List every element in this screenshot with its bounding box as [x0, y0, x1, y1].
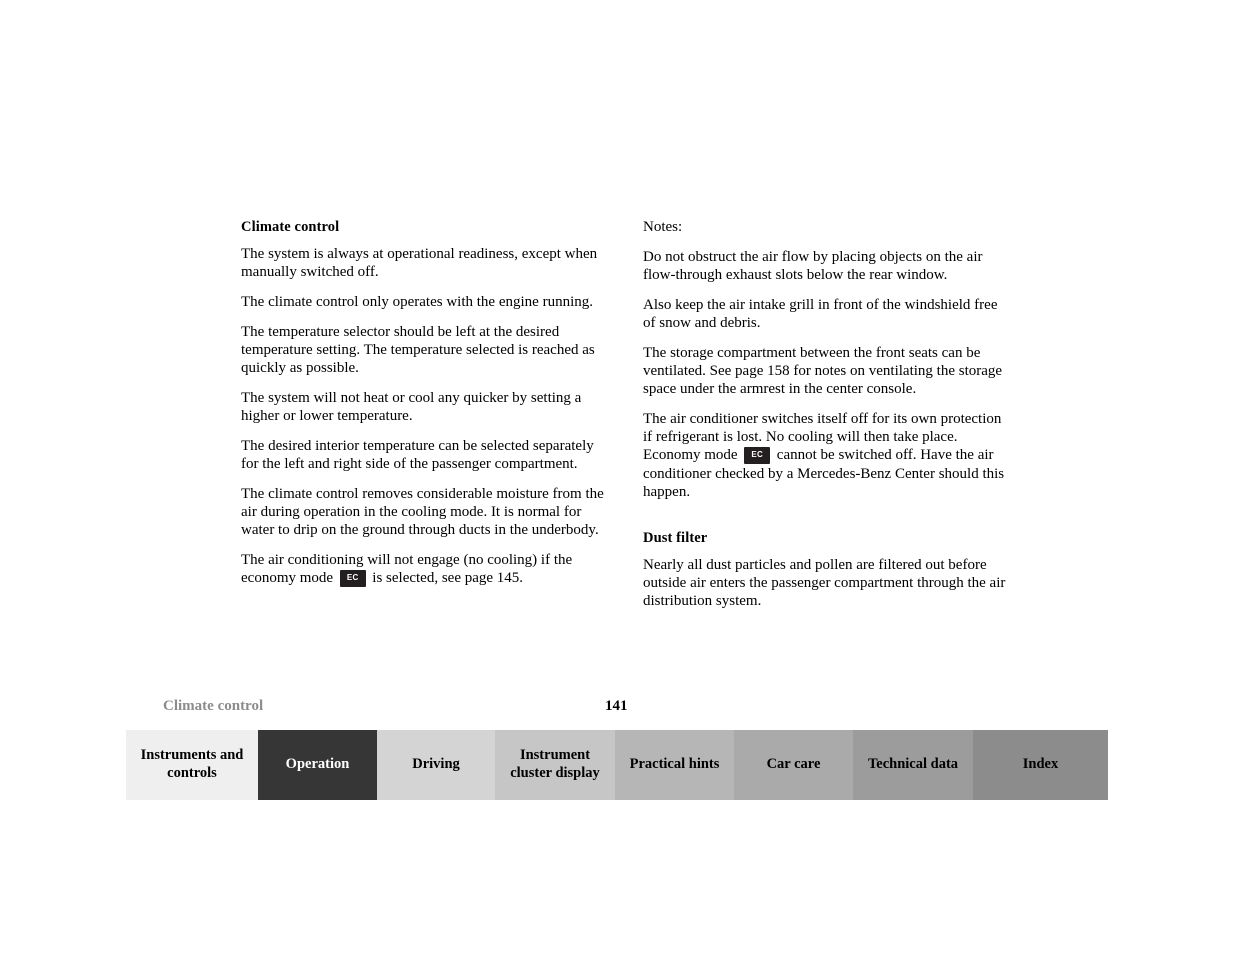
left-text-column: Climate control The system is always at …	[241, 218, 609, 610]
paragraph: Nearly all dust particles and pollen are…	[643, 557, 1006, 610]
paragraph: The climate control removes considerable…	[241, 486, 604, 539]
right-text-column: Notes: Do not obstruct the air flow by p…	[643, 218, 1011, 610]
tab-label: Index	[1022, 756, 1059, 773]
paragraph: The system is always at operational read…	[241, 246, 598, 281]
paragraph-text-after-symbol: is selected, see page 145.	[368, 570, 524, 587]
paragraph: Also keep the air intake grill in front …	[643, 297, 998, 331]
tab-practical-hints[interactable]: Practical hints	[615, 730, 734, 800]
paragraph: The storage compartment between the fron…	[643, 345, 1003, 397]
paragraph: The desired interior temperature can be …	[241, 438, 594, 473]
manual-page: Climate control The system is always at …	[0, 0, 1235, 954]
running-head: Climate control	[163, 698, 264, 714]
tab-instruments-and-controls[interactable]: Instruments and controls	[126, 730, 258, 800]
tab-label: Practical hints	[629, 756, 720, 773]
tab-driving[interactable]: Driving	[377, 730, 495, 800]
tab-index[interactable]: Index	[973, 730, 1108, 800]
chapter-tab-bar[interactable]: Instruments and controls Operation Driving…	[126, 730, 1108, 800]
paragraph: The system will not heat or cool any qui…	[241, 390, 582, 425]
paragraph: The temperature selector should be left …	[241, 324, 595, 377]
left-section-heading: Climate control	[241, 219, 340, 235]
economy-mode-ec-icon: EC	[339, 570, 366, 588]
tab-operation[interactable]: Operation	[258, 730, 377, 800]
tab-label: Instruments and controls	[140, 747, 244, 781]
tab-label: Driving	[412, 756, 460, 773]
economy-mode-ec-icon: EC	[744, 447, 771, 464]
tab-label: Instrument cluster display	[510, 747, 600, 781]
paragraph: Do not obstruct the air flow by placing …	[643, 249, 983, 283]
page-body-columns: Climate control The system is always at …	[241, 218, 1011, 610]
tab-car-care[interactable]: Car care	[734, 730, 853, 800]
paragraph-with-ec-symbol: The air conditioner switches itself off …	[643, 410, 1011, 501]
tab-technical-data[interactable]: Technical data	[853, 730, 973, 800]
notes-label: Notes:	[643, 219, 683, 235]
page-footer: Climate control 141	[163, 697, 1108, 719]
tab-label: Car care	[766, 756, 821, 773]
tab-label: Operation	[285, 756, 350, 773]
page-number: 141	[605, 698, 628, 714]
tab-instrument-cluster-display[interactable]: Instrument cluster display	[495, 730, 615, 800]
dust-filter-heading: Dust filter	[643, 530, 708, 546]
tab-label: Technical data	[867, 756, 959, 773]
paragraph: The climate control only operates with t…	[241, 294, 593, 311]
paragraph-with-ec-symbol: The air conditioning will not engage (no…	[241, 551, 609, 588]
